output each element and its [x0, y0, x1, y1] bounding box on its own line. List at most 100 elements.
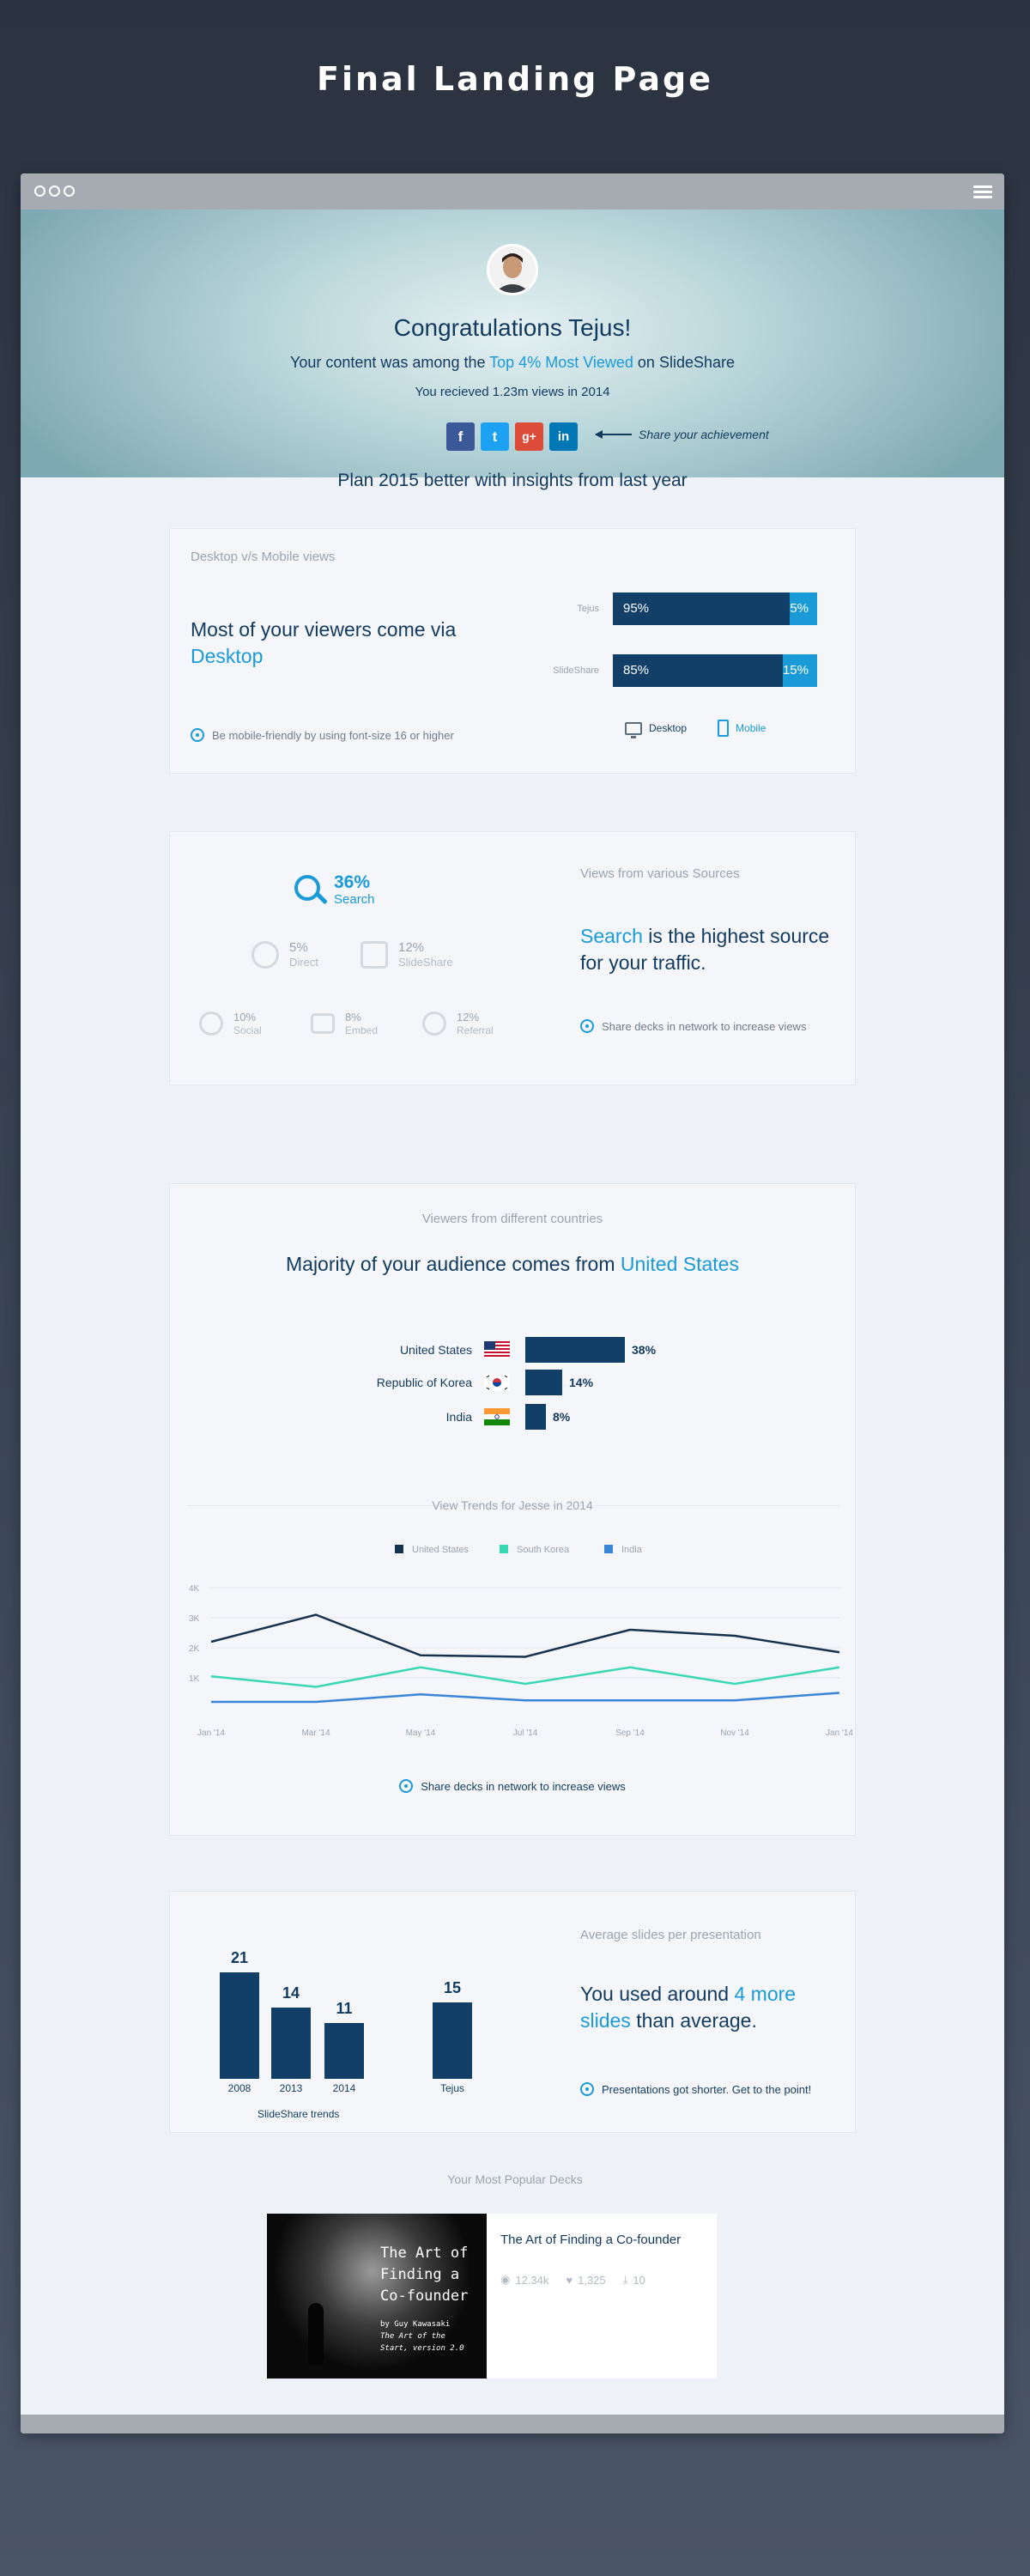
network-icon [199, 1012, 223, 1036]
slides-bar-category: 2014 [332, 2082, 356, 2094]
slides-bar-group: 21 [220, 1949, 259, 2079]
legend-swatch [500, 1545, 508, 1553]
slides-bar [324, 2023, 364, 2079]
slides-message: You used around 4 more slides than avera… [580, 1981, 838, 2034]
deck-thumbnail[interactable]: The Art of Finding a Co-founder by Guy K… [267, 2214, 487, 2379]
arrow-left-icon [595, 430, 632, 439]
popular-decks-title: Your Most Popular Decks [447, 2172, 583, 2186]
hero-subtitle-suffix: on SlideShare [633, 354, 736, 371]
avatar [487, 244, 538, 295]
deck-thumb-title: The Art of Finding a Co-founder [380, 2245, 469, 2305]
countries-card: Viewers from different countries Majorit… [169, 1183, 856, 1836]
korea-flag-icon [484, 1374, 510, 1391]
deck-thumb-author: by Guy Kawasaki The Art of the Start, ve… [380, 2318, 464, 2354]
device-row-label: SlideShare [553, 665, 599, 676]
source-pct: 10% [233, 1011, 257, 1024]
countries-message-prefix: Majority of your audience comes from [286, 1253, 621, 1275]
x-tick-label: May '14 [406, 1728, 436, 1738]
bulb-icon [399, 1779, 414, 1793]
y-tick-label: 3K [189, 1614, 200, 1624]
country-name: India [445, 1410, 472, 1424]
deck-name[interactable]: The Art of Finding a Co-founder [500, 2233, 681, 2247]
window-dot-icon[interactable] [64, 185, 75, 197]
bulb-icon [580, 2082, 594, 2096]
deck-thumb-line: The Art of the [380, 2332, 445, 2341]
window-dots [34, 185, 75, 197]
country-pct: 14% [569, 1376, 594, 1389]
device-bar: 85% 15% [613, 654, 817, 687]
referral-icon [422, 1012, 446, 1036]
popular-deck-card[interactable]: The Art of Finding a Co-founder by Guy K… [267, 2214, 717, 2379]
deck-views-value: 12.34k [515, 2273, 549, 2287]
slides-bar-group: 15 [433, 1979, 472, 2079]
legend-mobile-label: Mobile [736, 722, 766, 734]
series-line [210, 1613, 840, 1658]
slides-bar [271, 2008, 311, 2079]
device-row-slideshare: SlideShare 85% 15% [548, 654, 817, 687]
slides-bar-category: 2013 [279, 2082, 303, 2094]
country-bar [525, 1370, 562, 1395]
source-social: 10% Social [199, 1011, 262, 1036]
desktop-bar-segment: 95% [613, 592, 791, 625]
countries-tip-text: Share decks in network to increase views [421, 1779, 626, 1793]
window-dot-icon[interactable] [34, 185, 45, 197]
hero-subtitle-prefix: Your content was among the [289, 354, 490, 371]
device-tip-text: Be mobile-friendly by using font-size 16… [212, 728, 454, 742]
country-name: United States [399, 1343, 472, 1357]
slides-bar-value: 21 [230, 1949, 249, 1966]
mobile-bar-segment: 5% [790, 592, 817, 625]
countries-message-highlight: United States [620, 1253, 739, 1275]
hero-views: You recieved 1.23m views in 2014 [415, 385, 610, 399]
device-bar: 95% 5% [613, 592, 817, 625]
social-buttons: f t g+ in [446, 422, 578, 451]
source-direct: 5% Direct [251, 940, 318, 969]
device-legend: Desktop Mobile [625, 720, 766, 738]
bulb-icon [191, 728, 204, 742]
x-tick-label: Jan '14 [826, 1728, 853, 1738]
slides-bar [220, 1972, 259, 2079]
country-bar [525, 1404, 546, 1430]
device-tip: Be mobile-friendly by using font-size 16… [191, 728, 454, 742]
slides-message-suffix: than average. [630, 2009, 757, 2032]
trend-chart: United States South Korea India 1K 2K 3K 4K Jan… [189, 1545, 853, 1738]
device-message-prefix: Most of your viewers come via [191, 618, 457, 641]
deck-info: The Art of Finding a Co-founder ◉ 12.34k … [487, 2214, 694, 2379]
slides-bar [433, 2002, 472, 2079]
legend-mobile: Mobile [718, 720, 766, 737]
share-note: Share your achievement [595, 428, 769, 441]
source-label: Social [233, 1024, 262, 1036]
x-tick-label: Nov '14 [720, 1728, 749, 1738]
legend-swatch [604, 1545, 613, 1553]
eye-icon: ◉ [500, 2273, 511, 2286]
share-note-text: Share your achievement [639, 428, 769, 441]
menu-icon[interactable] [973, 185, 992, 201]
slides-bar-group: 11 [324, 2000, 364, 2079]
countries-message: Majority of your audience comes from Uni… [170, 1251, 855, 1278]
sources-card-title: Views from various Sources [580, 866, 740, 881]
slides-message-prefix: You used around [580, 1983, 735, 2005]
facebook-button[interactable]: f [446, 422, 475, 451]
heart-icon: ♥ [566, 2273, 573, 2287]
source-label: Direct [289, 956, 318, 969]
linkedin-button[interactable]: in [549, 422, 578, 451]
country-name: Republic of Korea [376, 1376, 472, 1389]
twitter-button[interactable]: t [481, 422, 509, 451]
deck-downloads: ⤓ 10 [623, 2273, 645, 2287]
source-search: 36% Search [294, 873, 375, 907]
deck-stats: ◉ 12.34k ♥ 1,325 ⤓ 10 [500, 2273, 681, 2287]
slides-bar-value: 15 [443, 1979, 462, 1996]
deck-likes-value: 1,325 [578, 2273, 606, 2287]
slides-card-title: Average slides per presentation [580, 1928, 761, 1942]
download-icon: ⤓ [622, 2273, 628, 2286]
x-tick-label: Mar '14 [301, 1728, 330, 1738]
series-line [211, 1692, 840, 1704]
slides-bar-category: Tejus [439, 2082, 464, 2094]
window-dot-icon[interactable] [49, 185, 60, 197]
source-label: Embed [345, 1024, 379, 1036]
source-slideshare: 12% SlideShare [360, 940, 453, 969]
deck-downloads-value: 10 [633, 2273, 645, 2287]
country-row: United States 38% [170, 1337, 656, 1363]
google-plus-button[interactable]: g+ [515, 422, 543, 451]
device-card-title: Desktop v/s Mobile views [191, 550, 336, 564]
hero-subtitle: Your content was among the Top 4% Most V… [21, 354, 1004, 372]
